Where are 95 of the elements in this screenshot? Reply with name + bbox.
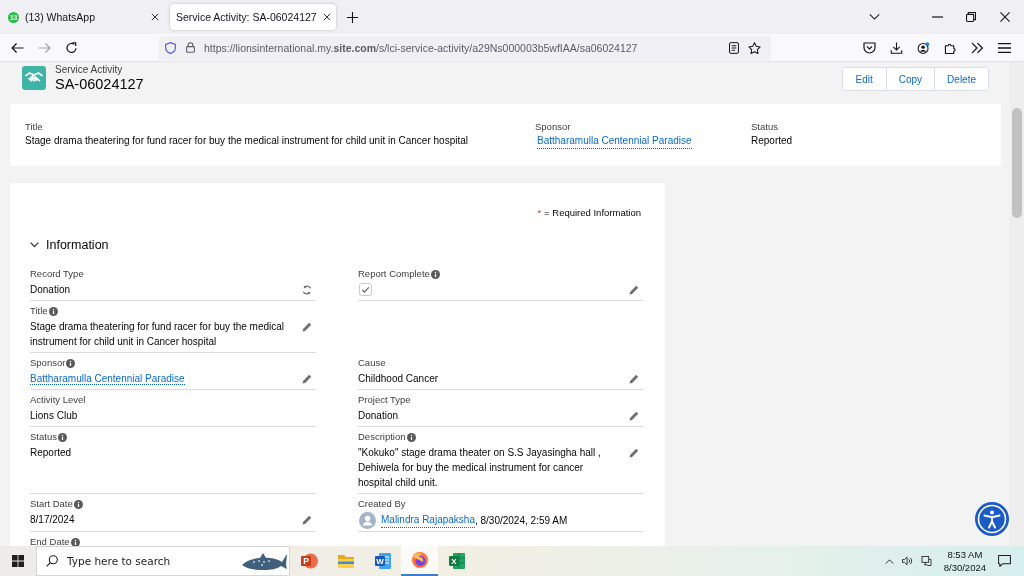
address-bar[interactable]: https://lionsinternational.my.site.com/s/lci-service-activity/a29Ns000003b5wfIAA/sa06024127 (159, 35, 771, 60)
field-value: Reported (751, 134, 793, 148)
info-icon[interactable] (406, 432, 416, 442)
field-value: "Kokuko" stage drama theater on S.S Jayasingha hall , Dehiwela for buy the medical instrument for cancer hospital child unit. (358, 446, 602, 490)
field-label: Sponsor (535, 121, 571, 133)
folder-icon (336, 552, 355, 570)
scrollbar-thumb[interactable] (1012, 108, 1022, 218)
scrollbar-track[interactable] (1010, 62, 1024, 546)
field-label: Description (358, 431, 406, 443)
field-label: Record Type (30, 268, 84, 280)
checkbox[interactable] (359, 283, 372, 296)
field-value: Donation (358, 409, 400, 423)
restore-icon[interactable] (966, 12, 976, 22)
search-field[interactable]: Type here to search (36, 546, 290, 576)
field-value: 8/17/2024 (30, 513, 76, 527)
field-label: Sponsor (30, 357, 66, 369)
field-label: Created By (358, 498, 406, 510)
clock-date[interactable]: 8/30/2024 (943, 561, 986, 574)
reader-view-icon[interactable] (729, 41, 739, 54)
field-value: Childhood Cancer (358, 372, 440, 386)
field-label: Title (25, 121, 43, 133)
download-icon[interactable] (890, 41, 903, 54)
required-asterisk: * (537, 207, 542, 219)
field-value: Stage drama theatering for fund racer for buy the medical instrument for child unit in Cancer hospital (30, 320, 286, 349)
url-text[interactable]: https://lionsinternational.my.site.com/s/lci-service-activity/a29Ns000003b5wfIAA/sa06024127 (204, 41, 638, 54)
account-icon[interactable] (917, 41, 930, 54)
info-icon[interactable] (57, 432, 67, 442)
close-icon[interactable] (322, 13, 331, 21)
puzzle-piece-icon[interactable] (944, 41, 957, 54)
pencil-icon[interactable] (302, 322, 312, 332)
reload-icon[interactable] (65, 41, 78, 54)
field-label: Cause (358, 357, 386, 369)
field-value: Stage drama theatering for fund racer for buy the medical instrument for child unit in Cancer hospital (25, 134, 468, 148)
presentation-app-icon: P (299, 552, 318, 570)
field-label: Start Date (30, 498, 73, 510)
required-note: = Required Information (544, 207, 641, 219)
field-label: Project Type (358, 394, 411, 406)
field-label: Status (751, 121, 778, 133)
swirl-logo-icon (410, 551, 429, 569)
pencil-icon[interactable] (629, 285, 639, 295)
field-label: Title (30, 305, 48, 317)
pencil-icon[interactable] (302, 515, 312, 525)
info-icon[interactable] (66, 358, 76, 368)
search-icon (46, 555, 58, 567)
info-icon[interactable] (48, 306, 58, 316)
field-label: Activity Level (30, 394, 86, 406)
speech-bubble-icon[interactable] (998, 555, 1011, 567)
pencil-icon[interactable] (302, 374, 312, 384)
browser-tab[interactable]: Service Activity: SA-06024127 (170, 4, 336, 30)
lock-icon[interactable] (186, 42, 195, 53)
field-label: End Date (30, 536, 70, 546)
plus-icon[interactable] (347, 11, 358, 23)
user-avatar-icon (359, 511, 376, 529)
clock-time[interactable]: 8:53 AM (947, 548, 983, 561)
chevron-down-icon[interactable] (869, 14, 880, 20)
pencil-icon[interactable] (629, 374, 639, 384)
pencil-icon[interactable] (629, 411, 639, 421)
field-value: Donation (30, 283, 72, 297)
action-button[interactable]: Delete (934, 68, 988, 90)
taskbar-app-button[interactable]: X (438, 546, 475, 576)
info-icon[interactable] (430, 269, 440, 279)
shield-icon[interactable] (165, 41, 176, 54)
menu-icon[interactable] (998, 41, 1011, 54)
record-link[interactable]: Battharamulla Centennial Paradise (30, 373, 185, 385)
handshake-icon (22, 66, 46, 90)
star-icon[interactable] (748, 41, 761, 54)
accessibility-button[interactable] (975, 502, 1009, 536)
section-title[interactable]: Information (46, 238, 109, 252)
pencil-icon[interactable] (629, 448, 639, 458)
back-arrow-icon[interactable] (11, 41, 24, 54)
close-icon[interactable] (151, 13, 159, 21)
chevron-up-icon[interactable] (884, 558, 894, 564)
pocket-icon[interactable] (863, 41, 876, 54)
chevron-down-icon[interactable] (30, 242, 39, 248)
swap-arrows-icon[interactable] (302, 285, 312, 295)
info-icon[interactable] (70, 537, 80, 546)
windows-logo-icon[interactable] (12, 555, 24, 567)
taskbar-app-button[interactable]: W (364, 546, 401, 576)
double-chevron-icon[interactable] (971, 41, 984, 54)
taskbar-app-button[interactable]: P (290, 546, 327, 576)
field-value: Reported (30, 446, 73, 460)
info-icon[interactable] (73, 499, 83, 509)
field-label: Report Complete (358, 268, 430, 280)
record-link[interactable]: Battharamulla Centennial Paradise (537, 134, 692, 149)
field-label: Status (30, 431, 57, 443)
user-link[interactable]: Malindra Rajapaksha (381, 512, 475, 528)
created-date: , 8/30/2024, 2:59 AM (474, 513, 568, 528)
minimize-icon[interactable] (931, 16, 943, 18)
close-icon[interactable] (1000, 12, 1010, 22)
object-type-label: Service Activity (55, 64, 124, 76)
record-name: SA-06024127 (55, 76, 144, 93)
taskbar-app-button[interactable] (401, 546, 438, 576)
field-value: Lions Club (30, 409, 79, 423)
speaker-icon[interactable] (901, 556, 913, 566)
monitor-icon[interactable] (920, 556, 932, 566)
